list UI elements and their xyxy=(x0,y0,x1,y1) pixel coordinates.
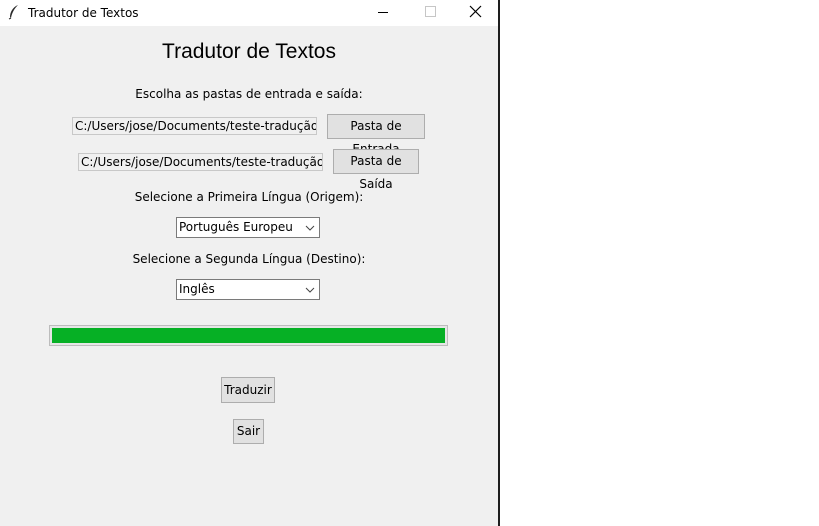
minimize-button[interactable] xyxy=(360,0,406,26)
output-folder-button[interactable]: Pasta de Saída xyxy=(333,149,419,191)
page-title: Tradutor de Textos xyxy=(162,40,336,63)
chevron-down-icon xyxy=(305,287,315,293)
input-folder-button[interactable]: Pasta de Entrada xyxy=(327,114,425,156)
translation-progress-bar xyxy=(49,325,448,346)
target-language-select[interactable]: Inglês xyxy=(176,279,320,300)
translate-button[interactable]: Traduzir xyxy=(221,377,275,403)
title-bar[interactable]: Tradutor de Textos xyxy=(0,0,498,26)
app-window: Tradutor de Textos Tradutor de Textos Es… xyxy=(0,0,498,526)
close-button[interactable] xyxy=(452,0,498,26)
input-folder-field[interactable]: C:/Users/jose/Documents/teste-tradução-1 xyxy=(72,117,317,135)
exit-button[interactable]: Sair xyxy=(233,419,264,444)
source-language-label: Selecione a Primeira Língua (Origem): xyxy=(134,190,364,204)
window-title: Tradutor de Textos xyxy=(28,6,139,20)
minimize-icon xyxy=(378,12,388,13)
progress-fill xyxy=(52,328,445,343)
target-language-label: Selecione a Segunda Língua (Destino): xyxy=(132,252,366,266)
source-language-value: Português Europeu xyxy=(179,220,293,234)
chevron-down-icon xyxy=(305,225,315,231)
target-language-value: Inglês xyxy=(179,282,215,296)
folders-prompt: Escolha as pastas de entrada e saída: xyxy=(135,87,363,101)
close-icon xyxy=(469,5,482,18)
maximize-icon xyxy=(425,6,436,17)
window-edge xyxy=(498,0,500,526)
source-language-select[interactable]: Português Europeu xyxy=(176,217,320,238)
output-folder-field[interactable]: C:/Users/jose/Documents/teste-tradução-2 xyxy=(78,153,323,171)
feather-icon xyxy=(8,5,18,20)
maximize-button[interactable] xyxy=(406,0,452,26)
